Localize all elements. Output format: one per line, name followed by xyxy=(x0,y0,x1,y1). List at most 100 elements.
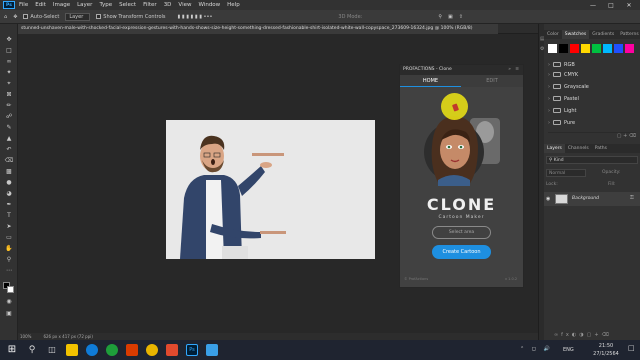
color-swatch[interactable] xyxy=(581,44,590,53)
swatch-group-pastel[interactable]: › Pastel xyxy=(548,94,638,103)
color-swatch[interactable] xyxy=(603,44,612,53)
menu-3d[interactable]: 3D xyxy=(164,2,172,8)
input-language[interactable]: ENG xyxy=(563,347,574,353)
menu-select[interactable]: Select xyxy=(119,2,136,8)
edge-browser-icon[interactable] xyxy=(86,344,98,356)
layer-name[interactable]: Background xyxy=(572,196,599,201)
healing-tool-icon[interactable]: ☍ xyxy=(4,113,14,120)
workspace-icon[interactable]: ▣ xyxy=(448,14,453,20)
background-color-swatch[interactable] xyxy=(7,286,14,293)
trash-icon[interactable]: ⌫ xyxy=(629,133,636,139)
document-tab[interactable]: stunned-unshaven-male-with-shocked-facia… xyxy=(18,24,498,34)
swatch-group-rgb[interactable]: › RGB xyxy=(548,60,638,69)
tab-home[interactable]: HOME xyxy=(400,75,461,87)
menu-edit[interactable]: Edit xyxy=(35,2,46,8)
select-area-dropdown[interactable]: Select area xyxy=(432,226,491,239)
color-swatch[interactable] xyxy=(570,44,579,53)
color-swatch[interactable] xyxy=(625,44,634,53)
maximize-icon[interactable]: □ xyxy=(602,0,620,10)
panel-menu-icon[interactable]: ≡ xyxy=(515,65,519,75)
windows-start-icon[interactable]: ⊞ xyxy=(6,344,18,356)
search-icon[interactable]: ⚲ xyxy=(26,344,38,356)
color-swatch[interactable] xyxy=(559,44,568,53)
align-icons[interactable]: ▮ ▮ ▮ ▮ ▮ ▮ ••• xyxy=(178,14,213,20)
menu-type[interactable]: Type xyxy=(99,2,112,8)
menu-layer[interactable]: Layer xyxy=(77,2,92,8)
layer-dropdown[interactable]: Layer xyxy=(65,12,91,21)
tab-edit[interactable]: EDIT xyxy=(461,75,523,87)
document-image[interactable] xyxy=(166,120,375,259)
frame-tool-icon[interactable]: ⊠ xyxy=(4,91,14,98)
zoom-level[interactable]: 100% xyxy=(20,334,31,339)
minimize-icon[interactable]: — xyxy=(584,0,602,10)
menu-window[interactable]: Window xyxy=(198,2,220,8)
more-tools-icon[interactable]: ⋯ xyxy=(4,267,14,274)
blur-tool-icon[interactable]: ● xyxy=(4,179,14,186)
tab-gradients[interactable]: Gradients xyxy=(589,30,617,39)
history-brush-icon[interactable]: ↶ xyxy=(4,146,14,153)
path-select-tool-icon[interactable]: ➤ xyxy=(4,223,14,230)
zoom-tool-icon[interactable]: ⚲ xyxy=(4,256,14,263)
tab-layers[interactable]: Layers xyxy=(544,144,565,153)
search-icon[interactable]: ⚲ xyxy=(438,14,442,20)
brush-tool-icon[interactable]: ✎ xyxy=(4,124,14,131)
screen-mode-icon[interactable]: ▣ xyxy=(4,310,14,317)
swatch-group-pure[interactable]: › Pure xyxy=(548,118,638,127)
home-icon[interactable]: ⌂ xyxy=(4,14,7,20)
menu-file[interactable]: File xyxy=(19,2,28,8)
swatch-group-cmyk[interactable]: › CMYK xyxy=(548,70,638,79)
marquee-tool-icon[interactable]: □ xyxy=(4,47,14,54)
tab-color[interactable]: Color xyxy=(544,30,562,39)
eyedropper-tool-icon[interactable]: ✏ xyxy=(4,102,14,109)
menu-help[interactable]: Help xyxy=(227,2,240,8)
color-swatch[interactable] xyxy=(592,44,601,53)
auto-select-checkbox[interactable]: Auto-Select xyxy=(23,13,59,20)
dodge-tool-icon[interactable]: ◕ xyxy=(4,190,14,197)
crop-tool-icon[interactable]: ⌖ xyxy=(4,80,14,87)
task-view-icon[interactable]: ◫ xyxy=(46,344,58,356)
collapse-icon[interactable]: » xyxy=(508,65,511,75)
quick-mask-icon[interactable]: ◉ xyxy=(4,298,14,305)
blend-mode-dropdown[interactable]: Normal xyxy=(546,169,586,177)
clock-time[interactable]: 21:50 xyxy=(592,343,620,349)
red-app-icon[interactable] xyxy=(166,344,178,356)
close-icon[interactable]: ✕ xyxy=(620,0,638,10)
eye-icon[interactable]: ◉ xyxy=(546,196,550,202)
layer-row-background[interactable]: ◉ Background ⚿ xyxy=(544,192,640,206)
fx-icon[interactable]: fx xyxy=(561,332,572,338)
adjustment-icon[interactable]: ◑ xyxy=(579,332,586,338)
lasso-tool-icon[interactable]: ∞ xyxy=(4,58,14,65)
create-cartoon-button[interactable]: Create Cartoon xyxy=(432,245,491,259)
line-app-icon[interactable] xyxy=(106,344,118,356)
swatch-group-grayscale[interactable]: › Grayscale xyxy=(548,82,638,91)
move-tool-icon[interactable]: ✥ xyxy=(4,36,14,43)
move-tool-icon[interactable]: ✥ xyxy=(13,14,17,20)
swatch-group-light[interactable]: › Light xyxy=(548,106,638,115)
new-layer-icon[interactable]: + xyxy=(594,332,601,338)
layer-kind-filter[interactable]: ⚲ Kind xyxy=(546,156,638,164)
shape-tool-icon[interactable]: ▭ xyxy=(4,234,14,241)
clock-date[interactable]: 27/1/2564 xyxy=(592,351,620,357)
new-swatch-icon[interactable]: + xyxy=(623,133,627,139)
menu-image[interactable]: Image xyxy=(53,2,70,8)
trash-icon[interactable]: ⌫ xyxy=(602,332,612,338)
hand-tool-icon[interactable]: ✋ xyxy=(4,245,14,252)
chrome-icon[interactable] xyxy=(146,344,158,356)
quick-select-tool-icon[interactable]: ✦ xyxy=(4,69,14,76)
color-swatch[interactable] xyxy=(548,44,557,53)
eraser-tool-icon[interactable]: ⌫ xyxy=(4,157,14,164)
gradient-tool-icon[interactable]: ▩ xyxy=(4,168,14,175)
stamp-tool-icon[interactable]: ▲ xyxy=(4,135,14,142)
file-explorer-icon[interactable] xyxy=(66,344,78,356)
show-transform-checkbox[interactable]: Show Transform Controls xyxy=(96,13,166,20)
powerpoint-icon[interactable] xyxy=(126,344,138,356)
photoshop-taskbar-icon[interactable]: Ps xyxy=(186,344,198,356)
tab-patterns[interactable]: Patterns xyxy=(617,30,640,39)
menu-view[interactable]: View xyxy=(178,2,191,8)
share-icon[interactable]: ⇧ xyxy=(459,14,463,20)
pen-tool-icon[interactable]: ✒ xyxy=(4,201,14,208)
color-swatch[interactable] xyxy=(614,44,623,53)
notification-icon[interactable]: □ xyxy=(628,344,635,352)
tab-channels[interactable]: Channels xyxy=(565,144,592,153)
tab-paths[interactable]: Paths xyxy=(592,144,610,153)
